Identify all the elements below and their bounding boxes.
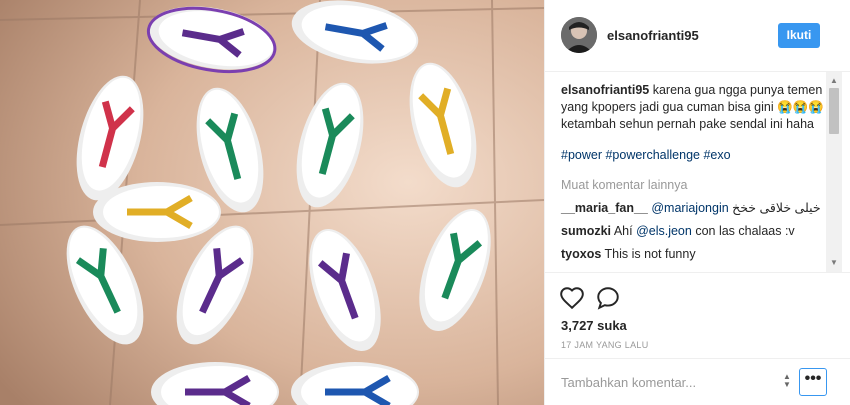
comment-text-prefix: Ahí: [613, 224, 633, 238]
post-timestamp[interactable]: 17 JAM YANG LALU: [561, 340, 649, 350]
heart-icon[interactable]: [559, 285, 585, 311]
more-options-button[interactable]: •••: [799, 368, 827, 396]
scroll-thumb[interactable]: [829, 88, 839, 134]
comment-text: con las chalaas :v: [695, 224, 795, 238]
hashtags[interactable]: #power #powerchallenge #exo: [561, 147, 825, 164]
header-username[interactable]: elsanofrianti95: [607, 28, 699, 43]
comment-bubble-icon[interactable]: [595, 285, 621, 311]
comment-input[interactable]: [561, 372, 771, 392]
comment-text: خیلی خلاقی خخخ: [732, 201, 821, 215]
comments-list: elsanofrianti95 karena gua ngga punya te…: [545, 72, 841, 272]
caption: elsanofrianti95 karena gua ngga punya te…: [561, 82, 825, 133]
caption-username[interactable]: elsanofrianti95: [561, 83, 649, 97]
likes-count[interactable]: 3,727 suka: [561, 318, 627, 333]
scroll-up-arrow-icon[interactable]: ▲: [826, 74, 842, 88]
comment-username[interactable]: tyoxos: [561, 247, 601, 261]
sandal-yellow-middle: [93, 182, 221, 242]
comments-scrollbar[interactable]: ▲ ▼: [826, 72, 842, 272]
post-actions: 3,727 suka: [545, 272, 850, 333]
post-photo[interactable]: [0, 0, 544, 405]
comment-item: tyoxos This is not funny: [561, 246, 825, 263]
comment-text: This is not funny: [604, 247, 696, 261]
post-header: elsanofrianti95 Ikuti: [545, 0, 850, 72]
comment-item: __maria_fan__ @mariajongin خیلی خلاقی خخ…: [561, 200, 825, 217]
flip-flops-photo: [0, 0, 544, 405]
post-side-panel: elsanofrianti95 Ikuti elsanofrianti95 ka…: [544, 0, 850, 405]
stepper-icon[interactable]: ▲ ▼: [780, 373, 794, 391]
comment-mention[interactable]: @mariajongin: [651, 201, 728, 215]
follow-button[interactable]: Ikuti: [778, 23, 820, 48]
avatar[interactable]: [561, 17, 597, 53]
load-more-comments[interactable]: Muat komentar lainnya: [561, 177, 825, 194]
comment-mention[interactable]: @els.jeon: [636, 224, 692, 238]
add-comment-bar: ▲▼ •••: [545, 358, 850, 405]
comment-username[interactable]: sumozki: [561, 224, 611, 238]
scroll-down-arrow-icon[interactable]: ▼: [826, 256, 842, 270]
comment-item: sumozki Ahí @els.jeon con las chalaas :v: [561, 223, 825, 240]
comment-username[interactable]: __maria_fan__: [561, 201, 648, 215]
